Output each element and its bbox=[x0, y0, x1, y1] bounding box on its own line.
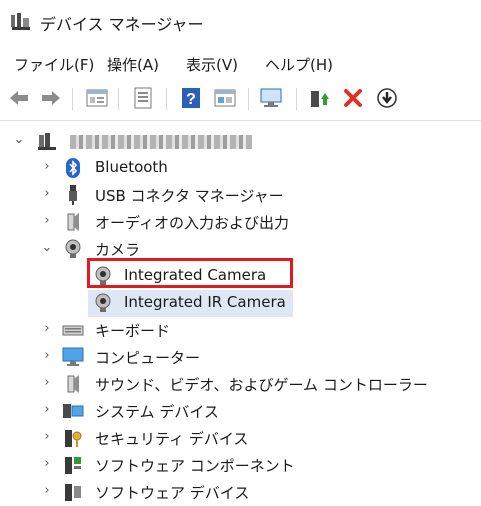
tree-item-label: USB コネクタ マネージャー bbox=[95, 187, 284, 205]
help-button[interactable]: ? bbox=[178, 86, 204, 110]
tree-item-label: オーディオの入力および出力 bbox=[95, 214, 289, 232]
highlight-box bbox=[87, 258, 293, 288]
camera-icon bbox=[65, 239, 81, 258]
help-icon: ? bbox=[182, 88, 200, 108]
forward-arrow-icon bbox=[42, 91, 60, 105]
tree-item-computer[interactable]: › コンピューター bbox=[0, 344, 481, 371]
system-device-icon bbox=[63, 404, 84, 418]
list-view-icon bbox=[134, 87, 152, 109]
tree-item-bluetooth[interactable]: › Bluetooth bbox=[0, 155, 481, 182]
speaker-icon bbox=[67, 213, 79, 231]
content-divider bbox=[0, 120, 481, 121]
title-bar: デバイス マネージャー bbox=[0, 0, 481, 44]
tree-item-label: コンピューター bbox=[95, 349, 201, 367]
camera-icon bbox=[95, 293, 111, 312]
window-title: デバイス マネージャー bbox=[40, 15, 204, 34]
tree-item-software-devices[interactable]: › ソフトウェア デバイス bbox=[0, 479, 481, 506]
tree-item-label: キーボード bbox=[95, 322, 171, 340]
properties-button[interactable] bbox=[84, 86, 110, 110]
back-arrow-icon bbox=[10, 91, 28, 105]
bluetooth-icon bbox=[66, 158, 80, 178]
list-view-button[interactable] bbox=[130, 86, 156, 110]
uninstall-button[interactable] bbox=[340, 86, 366, 110]
tree-item-label: ソフトウェア コンポーネント bbox=[95, 457, 295, 475]
chevron-right-icon[interactable]: › bbox=[40, 457, 54, 471]
chevron-right-icon[interactable]: › bbox=[40, 322, 54, 336]
chevron-right-icon[interactable]: › bbox=[40, 187, 54, 201]
tree-child-label: Integrated IR Camera bbox=[124, 293, 286, 311]
chevron-down-icon[interactable]: ⌄ bbox=[12, 133, 26, 147]
scan-hardware-icon bbox=[260, 88, 282, 107]
chevron-right-icon[interactable]: › bbox=[40, 160, 54, 174]
view-resources-button[interactable] bbox=[212, 86, 238, 110]
toolbar-separator bbox=[118, 88, 119, 110]
tree-item-label: システム デバイス bbox=[95, 403, 219, 421]
menu-help[interactable]: ヘルプ(H) bbox=[265, 54, 333, 75]
monitor-icon bbox=[62, 347, 84, 366]
chevron-right-icon[interactable]: › bbox=[40, 430, 54, 444]
update-driver-button[interactable] bbox=[306, 86, 332, 110]
scan-hardware-button[interactable] bbox=[258, 86, 284, 110]
chevron-down-icon[interactable]: ⌄ bbox=[40, 241, 54, 255]
tree-item-audio-io[interactable]: › オーディオの入力および出力 bbox=[0, 209, 481, 236]
toolbar-separator bbox=[248, 88, 249, 110]
tree-child-integrated-ir-camera[interactable]: Integrated IR Camera bbox=[0, 290, 481, 317]
tree-item-security-devices[interactable]: › セキュリティ デバイス bbox=[0, 425, 481, 452]
menu-file[interactable]: ファイル(F) bbox=[14, 54, 94, 75]
forward-button[interactable] bbox=[38, 86, 64, 110]
device-manager-icon bbox=[11, 13, 30, 30]
update-driver-icon bbox=[311, 91, 329, 107]
disable-device-icon bbox=[377, 88, 397, 108]
tree-item-software-components[interactable]: › ソフトウェア コンポーネント bbox=[0, 452, 481, 479]
toolbar: ? bbox=[0, 80, 481, 116]
tree-item-keyboard[interactable]: › キーボード bbox=[0, 317, 481, 344]
speaker-icon bbox=[67, 375, 79, 393]
tree-item-usb-connector-manager[interactable]: › USB コネクタ マネージャー bbox=[0, 182, 481, 209]
chevron-right-icon[interactable]: › bbox=[40, 484, 54, 498]
usb-icon bbox=[69, 185, 77, 205]
chevron-right-icon[interactable]: › bbox=[40, 214, 54, 228]
software-device-icon bbox=[65, 484, 81, 501]
tree-item-label: ソフトウェア デバイス bbox=[95, 484, 250, 502]
device-tree[interactable]: ⌄ › Bluetooth › USB コネクタ マネージャー › オーディオの… bbox=[0, 122, 481, 503]
menu-bar: ファイル(F) 操作(A) 表示(V) ヘルプ(H) bbox=[0, 50, 481, 78]
properties-icon bbox=[86, 89, 108, 107]
menu-view[interactable]: 表示(V) bbox=[186, 54, 238, 75]
redacted-computer-name bbox=[70, 135, 252, 149]
tree-item-sound-video-game[interactable]: › サウンド、ビデオ、およびゲーム コントローラー bbox=[0, 371, 481, 398]
toolbar-separator bbox=[166, 88, 167, 110]
disable-device-button[interactable] bbox=[374, 86, 400, 110]
toolbar-separator bbox=[72, 88, 73, 110]
tree-item-label: カメラ bbox=[95, 241, 141, 259]
back-button[interactable] bbox=[6, 86, 32, 110]
keyboard-icon bbox=[62, 325, 84, 336]
view-resources-icon bbox=[214, 89, 236, 107]
svg-text:?: ? bbox=[186, 91, 196, 108]
tree-item-label: サウンド、ビデオ、およびゲーム コントローラー bbox=[95, 376, 428, 394]
tree-root-computer[interactable]: ⌄ bbox=[0, 128, 481, 155]
security-key-icon bbox=[65, 430, 82, 447]
tree-item-system-devices[interactable]: › システム デバイス bbox=[0, 398, 481, 425]
menu-action[interactable]: 操作(A) bbox=[107, 54, 159, 75]
chevron-right-icon[interactable]: › bbox=[40, 376, 54, 390]
tree-item-label: Bluetooth bbox=[95, 158, 168, 176]
chevron-right-icon[interactable]: › bbox=[40, 349, 54, 363]
toolbar-separator bbox=[296, 88, 297, 110]
computer-root-icon bbox=[38, 133, 56, 150]
software-component-icon bbox=[65, 457, 81, 474]
uninstall-icon bbox=[344, 89, 362, 107]
tree-item-label: セキュリティ デバイス bbox=[95, 430, 249, 448]
chevron-right-icon[interactable]: › bbox=[40, 403, 54, 417]
